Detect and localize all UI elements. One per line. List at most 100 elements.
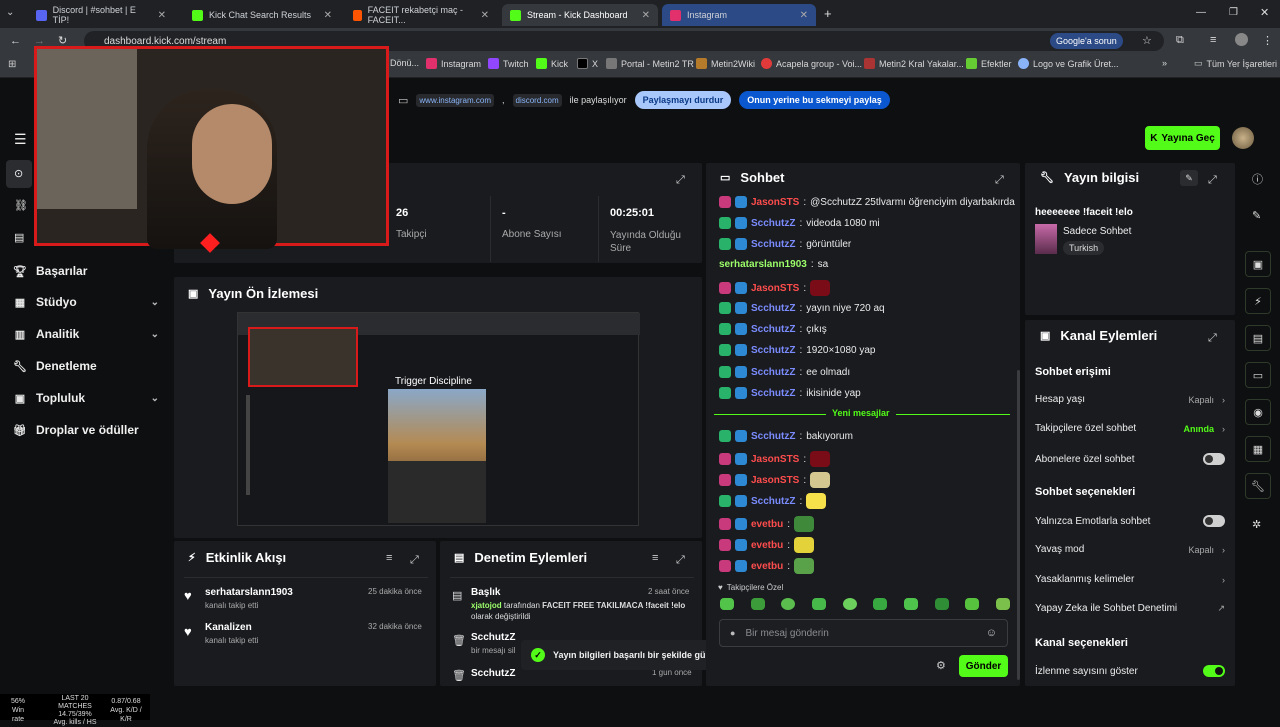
emote-icon[interactable] — [781, 598, 796, 610]
expand-icon[interactable]: ⤢ — [676, 174, 685, 186]
stream-preview[interactable]: Trigger Discipline — [237, 312, 640, 526]
banned-words-setting[interactable]: Yasaklanmış kelimeler › — [1035, 574, 1225, 585]
chat-username[interactable]: ScchutzZ — [751, 303, 795, 314]
chat-username[interactable]: evetbu — [751, 561, 783, 572]
chat-scrollbar[interactable] — [1017, 370, 1020, 680]
rail-record-button[interactable]: ◉ — [1245, 399, 1271, 425]
browser-menu-icon[interactable]: ⋮ — [1262, 34, 1273, 47]
expand-icon[interactable]: ⤢ — [1208, 330, 1217, 345]
chat-username[interactable]: evetbu — [751, 540, 783, 551]
chat-username[interactable]: JasonSTS — [751, 475, 799, 486]
show-viewers-toggle[interactable] — [1203, 665, 1225, 677]
chat-input[interactable]: ● Bir mesaj gönderin ☺ — [719, 619, 1008, 647]
media-icon[interactable]: ≡ — [1210, 34, 1216, 46]
info-icon[interactable]: ⓘ — [1252, 171, 1263, 187]
bookmark-metin2-kral[interactable]: Metin2 Kral Yakalar... — [864, 58, 964, 69]
mod-item-head[interactable]: ScchutzZ — [471, 632, 515, 643]
close-icon[interactable]: ✕ — [158, 10, 166, 21]
go-live-button[interactable]: K Yayına Geç — [1145, 126, 1220, 150]
sidebar-item-studio[interactable]: ▦ Stüdyo ⌄ — [14, 295, 159, 309]
chat-username[interactable]: ScchutzZ — [751, 496, 795, 507]
followers-only-setting[interactable]: Takipçilere özel sohbet Anında › — [1035, 423, 1225, 434]
emoji-icon[interactable]: ☺ — [986, 627, 997, 639]
more-bookmarks-icon[interactable]: » — [1162, 58, 1167, 68]
close-icon[interactable]: ✕ — [642, 10, 650, 21]
ai-moderation-setting[interactable]: Yapay Zeka ile Sohbet Denetimi ↗ — [1035, 603, 1225, 614]
window-close-button[interactable]: ✕ — [1260, 6, 1269, 19]
bookmark-star-icon[interactable]: ☆ — [1142, 34, 1152, 47]
bookmark-metin2-portal[interactable]: Portal - Metin2 TR — [606, 58, 694, 69]
tab-instagram[interactable]: Instagram ✕ — [662, 4, 816, 26]
chat-username[interactable]: JasonSTS — [751, 454, 799, 465]
emote-icon[interactable] — [750, 598, 765, 610]
sidebar-item-analytics[interactable]: ▥ Analitik ⌄ — [14, 327, 159, 341]
avatar[interactable] — [1232, 127, 1254, 149]
bookmark-efektler[interactable]: Efektler — [966, 58, 1012, 69]
all-bookmarks[interactable]: ▭ Tüm Yer İşaretleri — [1194, 58, 1277, 69]
chat-username[interactable]: ScchutzZ — [751, 431, 795, 442]
edit-pencil-icon[interactable]: ✎ — [1180, 170, 1198, 186]
slow-mode-setting[interactable]: Yavaş mod Kapalı › — [1035, 544, 1225, 555]
bookmark-acapela[interactable]: Acapela group - Voi... — [761, 58, 862, 69]
hamburger-menu-icon[interactable]: ☰ — [14, 131, 27, 148]
bookmark-kick[interactable]: Kick — [536, 58, 568, 69]
filter-icon[interactable]: ≡ — [652, 552, 658, 564]
close-icon[interactable]: ✕ — [481, 10, 489, 21]
maximize-button[interactable]: ❐ — [1229, 7, 1238, 18]
sidebar-item-drops[interactable]: 🎁︎ Droplar ve ödüller — [13, 423, 159, 437]
bookmark-metin2wiki[interactable]: Metin2Wiki — [696, 58, 755, 69]
google-ask-button[interactable]: Google'a sorun — [1050, 33, 1123, 49]
send-button[interactable]: Gönder — [959, 655, 1008, 677]
sidebar-item-achievements[interactable]: 🏆︎ Başarılar — [13, 264, 159, 278]
chat-username[interactable]: ScchutzZ — [751, 239, 795, 250]
tab-discord[interactable]: Discord | #sohbet | E TİP! ✕ — [28, 4, 174, 26]
emote-icon[interactable] — [873, 598, 888, 610]
close-icon[interactable]: ✕ — [800, 10, 808, 21]
emote-icon[interactable] — [995, 598, 1010, 610]
sidebar-item-moderation[interactable]: 🔧︎ Denetleme — [13, 359, 159, 373]
rail-chat-button[interactable]: ▭ — [1245, 362, 1271, 388]
bookmark-twitch[interactable]: Twitch — [488, 58, 529, 69]
minimize-button[interactable]: — — [1196, 7, 1206, 18]
chat-username[interactable]: ScchutzZ — [751, 345, 795, 356]
rail-video-button[interactable]: ▣ — [1245, 251, 1271, 277]
subs-only-toggle[interactable] — [1203, 453, 1225, 465]
chat-settings-gear-icon[interactable]: ⚙ — [936, 659, 946, 672]
emote-only-toggle[interactable] — [1203, 515, 1225, 527]
profile-avatar-icon[interactable] — [1235, 33, 1248, 46]
rail-channel-button[interactable]: ▦ — [1245, 436, 1271, 462]
bookmark-0[interactable]: Dönü... — [390, 58, 419, 68]
chat-username[interactable]: ScchutzZ — [751, 324, 795, 335]
emote-icon[interactable] — [811, 598, 826, 610]
emote-icon[interactable] — [934, 598, 949, 610]
filter-icon[interactable]: ≡ — [386, 552, 392, 564]
chat-username[interactable]: serhatarslann1903 — [719, 259, 807, 270]
emote-icon[interactable] — [965, 598, 980, 610]
close-icon[interactable]: ✕ — [324, 10, 332, 21]
tab-search-icon[interactable]: ⌄ — [6, 7, 14, 18]
share-this-tab-button[interactable]: Onun yerine bu sekmeyi paylaş — [739, 91, 890, 109]
chat-username[interactable]: JasonSTS — [751, 197, 799, 208]
chat-username[interactable]: ScchutzZ — [751, 367, 795, 378]
activity-user[interactable]: serhatarslann1903 — [205, 587, 293, 598]
expand-icon[interactable]: ⤢ — [995, 172, 1004, 187]
emote-icon[interactable] — [842, 598, 857, 610]
extensions-icon[interactable]: ⧉ — [1176, 34, 1184, 47]
chat-username[interactable]: evetbu — [751, 519, 783, 530]
stop-sharing-button[interactable]: Paylaşmayı durdur — [634, 91, 732, 109]
language-tag[interactable]: Turkish — [1063, 241, 1105, 255]
tab-faceit[interactable]: FACEIT rekabetçi maç - FACEIT... ✕ — [345, 4, 497, 26]
account-age-setting[interactable]: Hesap yaşı Kapalı › — [1035, 394, 1225, 405]
chat-username[interactable]: ScchutzZ — [751, 388, 795, 399]
bookmark-instagram[interactable]: Instagram — [426, 58, 481, 69]
settings-icon[interactable]: ✲ — [1252, 518, 1261, 531]
tab-kick-dashboard[interactable]: Stream - Kick Dashboard ✕ — [502, 4, 658, 26]
chat-username[interactable]: ScchutzZ — [751, 218, 795, 229]
chat-username[interactable]: JasonSTS — [751, 283, 799, 294]
back-arrow-icon[interactable]: ← — [10, 35, 21, 47]
apps-grid-icon[interactable]: ⊞ — [8, 59, 16, 70]
mod-item-head[interactable]: ScchutzZ — [471, 668, 515, 679]
rail-wrench-button[interactable]: 🔧︎ — [1245, 473, 1271, 499]
new-tab-button[interactable]: + — [824, 6, 832, 21]
tab-kick-chat-search[interactable]: Kick Chat Search Results ✕ — [184, 4, 340, 26]
